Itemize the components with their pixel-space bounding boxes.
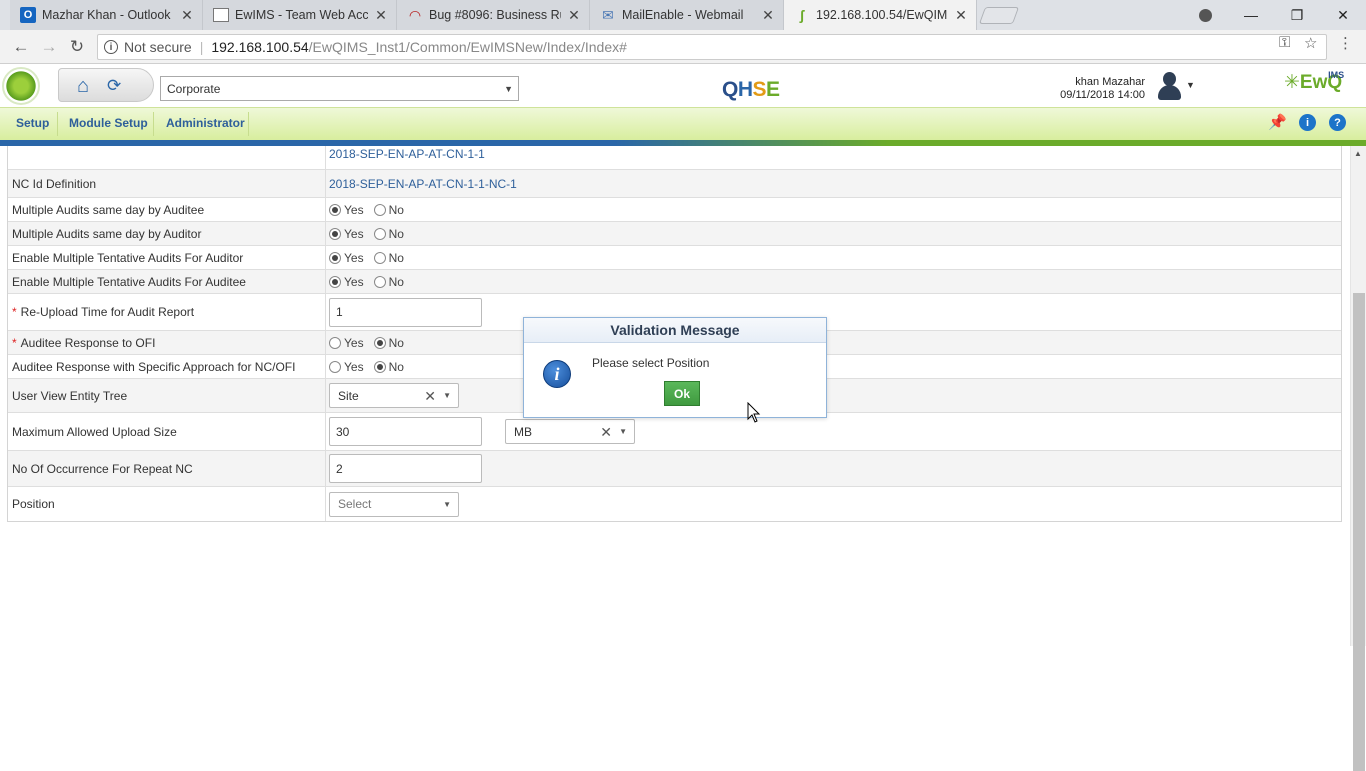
- tab-bug[interactable]: ◠ Bug #8096: Business Rule ✕: [397, 0, 590, 30]
- radio-no[interactable]: No: [373, 360, 404, 374]
- help-icon[interactable]: ?: [1329, 114, 1346, 131]
- user-info: khan Mazahar 09/11/2018 14:00: [1060, 76, 1145, 102]
- pin-icon[interactable]: 📌: [1268, 113, 1287, 131]
- clear-icon[interactable]: ✕: [600, 424, 612, 441]
- main-menu: Setup Module Setup Administrator 📌 i ?: [0, 107, 1366, 140]
- redmine-icon: ◠: [409, 6, 421, 23]
- minimize-button[interactable]: —: [1228, 0, 1274, 30]
- address-bar: ← → ↻ i Not secure | 192.168.100.54/EwQI…: [0, 30, 1366, 64]
- radio-yes[interactable]: Yes: [329, 227, 364, 241]
- ok-button[interactable]: Ok: [664, 381, 700, 406]
- nc-id-label: NC Id Definition: [8, 170, 326, 197]
- close-icon[interactable]: ✕: [180, 7, 194, 24]
- new-tab-button[interactable]: [978, 7, 1020, 24]
- back-arrow-icon[interactable]: ←: [10, 36, 32, 58]
- table-row: Enable Multiple Tentative Audits For Aud…: [8, 246, 1341, 270]
- table-row: No Of Occurrence For Repeat NC 2: [8, 451, 1341, 487]
- scrollbar-thumb[interactable]: [1353, 293, 1365, 771]
- repeat-nc-input[interactable]: 2: [329, 454, 482, 483]
- tab-ewqims-active[interactable]: ʃ 192.168.100.54/EwQIMS_ ✕: [784, 0, 977, 30]
- ewqims-logo: ✳EwQ IMS: [1284, 70, 1345, 93]
- radio-yes[interactable]: Yes: [329, 251, 364, 265]
- url-input[interactable]: i Not secure | 192.168.100.54/EwQIMS_Ins…: [97, 34, 1327, 60]
- organization-select[interactable]: Corporate ▼: [160, 76, 519, 101]
- chevron-down-icon: ▼: [443, 499, 451, 509]
- menu-setup[interactable]: Setup: [16, 116, 49, 130]
- table-row: NC Id Definition 2018-SEP-EN-AP-AT-CN-1-…: [8, 170, 1341, 198]
- close-window-button[interactable]: ✕: [1320, 0, 1366, 30]
- table-row: Multiple Audits same day by Auditee Yes …: [8, 198, 1341, 222]
- avatar-icon[interactable]: [1155, 70, 1183, 102]
- radio-yes[interactable]: Yes: [329, 203, 364, 217]
- chevron-down-icon: ▼: [504, 84, 513, 94]
- restore-button[interactable]: ❐: [1274, 0, 1320, 30]
- outlook-icon: O: [20, 7, 36, 23]
- chevron-down-icon: ▼: [619, 427, 627, 436]
- menu-dots-icon[interactable]: ⋮: [1338, 34, 1353, 52]
- home-icon[interactable]: ⌂: [77, 75, 89, 98]
- table-row: 2018-SEP-EN-AP-AT-CN-1-1: [8, 146, 1341, 170]
- radio-no[interactable]: No: [373, 336, 404, 350]
- reupload-time-input[interactable]: 1: [329, 297, 482, 327]
- audit-id-value: 2018-SEP-EN-AP-AT-CN-1-1: [329, 146, 485, 161]
- app-header: ⌂ ⟳ Corporate ▼ QHSE khan Mazahar 09/11/…: [0, 65, 1366, 107]
- table-row: Maximum Allowed Upload Size 30 MB ✕ ▼: [8, 413, 1341, 451]
- dialog-title: Validation Message: [524, 318, 826, 343]
- tab-team-web-access[interactable]: EwIMS - Team Web Acces ✕: [203, 0, 397, 30]
- tab-outlook[interactable]: O Mazhar Khan - Outlook W ✕: [10, 0, 203, 30]
- close-icon[interactable]: ✕: [374, 7, 388, 24]
- validation-dialog: Validation Message i Please select Posit…: [523, 317, 827, 418]
- chevron-down-icon[interactable]: ▼: [1186, 80, 1195, 90]
- table-row: Multiple Audits same day by Auditor Yes …: [8, 222, 1341, 246]
- vertical-scrollbar[interactable]: ▲: [1350, 146, 1366, 771]
- scroll-up-icon[interactable]: ▲: [1354, 149, 1362, 158]
- radio-no[interactable]: No: [373, 203, 404, 217]
- close-icon[interactable]: ✕: [954, 7, 968, 24]
- mail-icon: ✉: [602, 6, 614, 23]
- sun-logo-icon: [2, 67, 40, 105]
- menu-module-setup[interactable]: Module Setup: [69, 116, 148, 130]
- browser-tabstrip: O Mazhar Khan - Outlook W ✕ EwIMS - Team…: [0, 0, 1366, 30]
- table-row: Position Select ▼: [8, 487, 1341, 521]
- radio-yes[interactable]: Yes: [329, 275, 364, 289]
- clear-icon[interactable]: ✕: [424, 388, 436, 405]
- star-icon[interactable]: ☆: [1304, 34, 1317, 52]
- menu-administrator[interactable]: Administrator: [166, 116, 245, 130]
- entity-tree-select[interactable]: Site ✕ ▼: [329, 383, 459, 408]
- user-name: khan Mazahar: [1075, 76, 1145, 88]
- page-icon: [213, 8, 229, 22]
- info-icon: i: [543, 360, 571, 388]
- reload-icon[interactable]: ↻: [66, 36, 88, 58]
- upload-size-input[interactable]: 30: [329, 417, 482, 446]
- radio-no[interactable]: No: [373, 251, 404, 265]
- tab-mailenable[interactable]: ✉ MailEnable - Webmail ✕: [590, 0, 784, 30]
- qhse-logo: QHSE: [722, 78, 780, 101]
- close-icon[interactable]: ✕: [761, 7, 775, 24]
- key-icon[interactable]: ⚿: [1279, 34, 1290, 51]
- radio-no[interactable]: No: [373, 275, 404, 289]
- forward-arrow-icon[interactable]: →: [38, 36, 60, 58]
- info-icon[interactable]: i: [1299, 114, 1316, 131]
- radio-no[interactable]: No: [373, 227, 404, 241]
- cursor-icon: [747, 402, 761, 423]
- current-datetime: 09/11/2018 14:00: [1060, 89, 1145, 101]
- nc-id-value: 2018-SEP-EN-AP-AT-CN-1-1-NC-1: [329, 176, 517, 191]
- radio-yes[interactable]: Yes: [329, 336, 364, 350]
- position-select[interactable]: Select ▼: [329, 491, 459, 517]
- dialog-message: Please select Position: [592, 356, 710, 370]
- chevron-down-icon: ▼: [443, 391, 451, 400]
- upload-unit-select[interactable]: MB ✕ ▼: [505, 419, 635, 444]
- home-toolbar: ⌂ ⟳: [58, 68, 154, 102]
- profile-icon[interactable]: [1182, 0, 1228, 30]
- refresh-icon[interactable]: ⟳: [107, 76, 121, 96]
- ewims-icon: ʃ: [799, 7, 805, 23]
- info-icon[interactable]: i: [104, 40, 118, 54]
- close-icon[interactable]: ✕: [567, 7, 581, 24]
- radio-yes[interactable]: Yes: [329, 360, 364, 374]
- table-row: Enable Multiple Tentative Audits For Aud…: [8, 270, 1341, 294]
